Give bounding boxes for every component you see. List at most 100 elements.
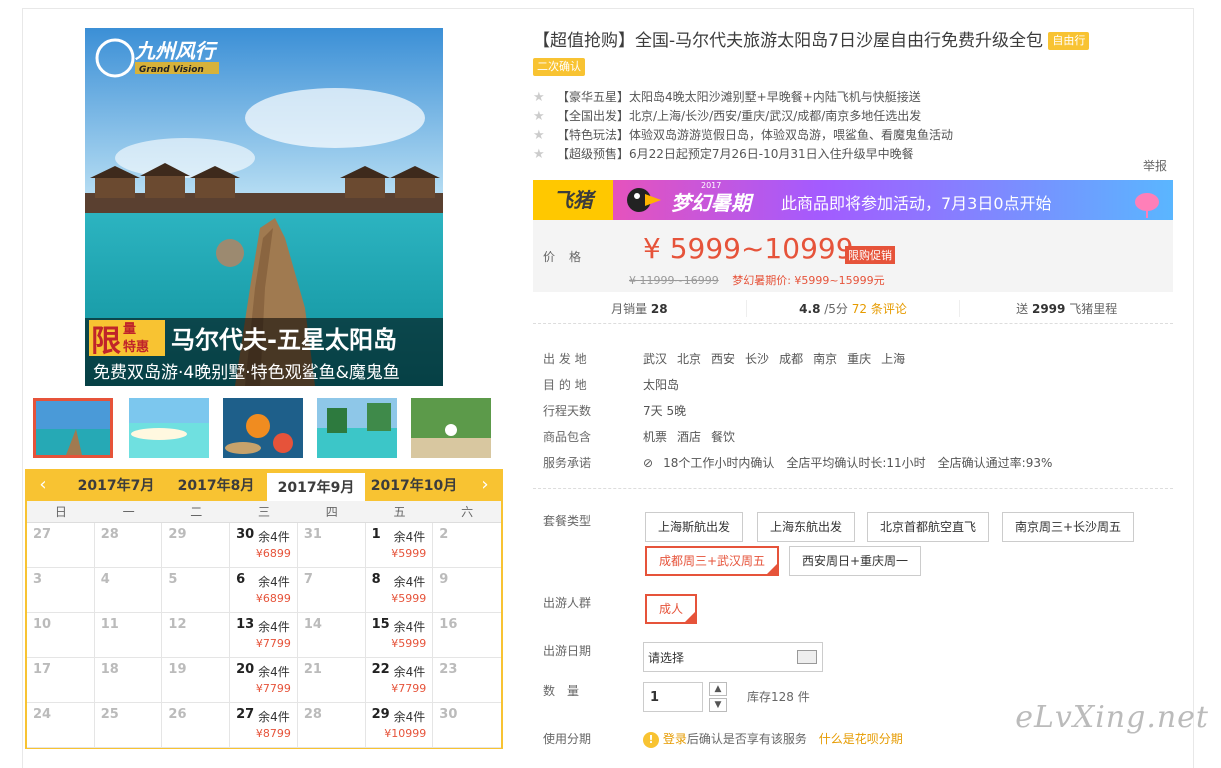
thumbnail-5[interactable]: [411, 398, 491, 458]
day-price: ¥6899: [255, 547, 291, 560]
promo-banner[interactable]: 飞猪 2017 梦幻暑期 此商品即将参加活动，7月3日0点开始: [533, 180, 1173, 220]
day-price: ¥7799: [255, 637, 291, 650]
package-option[interactable]: 南京周三+长沙周五: [1002, 512, 1135, 542]
stock-left: 余4件: [393, 710, 426, 724]
package-option[interactable]: 西安周日+重庆周一: [789, 546, 922, 576]
weekday: 一: [122, 505, 135, 519]
feature-text: 【特色玩法】体验双岛游游览假日岛，体验双岛游，喂鲨鱼、看魔鬼鱼活动: [557, 128, 954, 142]
quantity-input[interactable]: [643, 682, 703, 712]
package-option[interactable]: 北京首都航空直飞: [867, 512, 990, 542]
banner-text: 此商品即将参加活动，7月3日0点开始: [781, 194, 1052, 213]
calendar-day-available[interactable]: 15 余4件 ¥5999: [365, 613, 434, 658]
date-input[interactable]: [643, 642, 823, 672]
fliggy-logo: 飞猪: [533, 180, 613, 220]
day-price: ¥7799: [255, 682, 291, 695]
day-number: 27: [236, 707, 255, 722]
thumbnail-3[interactable]: [223, 398, 303, 458]
day-number: 15: [371, 617, 390, 632]
maldives-scene-image: 九州风行 Grand Vision 限 量 特惠 马尔代夫-五星太阳岛 免费双岛…: [85, 28, 443, 386]
thumbnail-strip: [25, 396, 503, 462]
day-number: 28: [303, 707, 322, 722]
destination-value: 太阳岛: [643, 378, 680, 392]
calendar-day-available[interactable]: 13 余4件 ¥7799: [230, 613, 298, 658]
tab-month-aug[interactable]: 2017年8月: [167, 471, 265, 501]
monthly-sales: 月销量 28: [533, 300, 747, 317]
tab-month-sep[interactable]: 2017年9月: [267, 473, 365, 501]
price-box: 价格 ¥ 5999~10999 限购促销 ¥ 11999~16999 梦幻暑期价…: [533, 220, 1173, 292]
watermark: eLvXing.net: [1015, 700, 1209, 735]
calendar-day-available[interactable]: 8 余4件 ¥5999: [365, 568, 434, 613]
day-price: ¥8799: [255, 727, 291, 740]
thumbnail-2[interactable]: [129, 398, 209, 458]
day-number: 27: [33, 527, 52, 542]
calendar-day-available[interactable]: 30 余4件 ¥6899: [230, 523, 298, 568]
rating-suffix: /5分: [824, 302, 848, 316]
departure-calendar: ‹ 2017年7月 2017年8月 2017年9月 2017年10月 › 日 一…: [25, 469, 503, 749]
calendar-icon[interactable]: [797, 650, 817, 664]
main-product-image[interactable]: 九州风行 Grand Vision 限 量 特惠 马尔代夫-五星太阳岛 免费双岛…: [85, 28, 443, 386]
divider: [533, 488, 1173, 489]
quantity-label: 数 量: [543, 684, 580, 698]
day-number: 4: [100, 572, 110, 587]
calendar-day-available[interactable]: 29 余4件 ¥10999: [365, 703, 434, 748]
day-number: 16: [439, 617, 458, 632]
calendar-day: 21: [297, 658, 366, 703]
stock-left: 余4件: [393, 620, 426, 634]
calendar-day: 9: [433, 568, 501, 613]
day-price: ¥5999: [391, 592, 427, 605]
report-link[interactable]: 举报: [1143, 157, 1167, 174]
package-option[interactable]: 上海斯航出发: [645, 512, 744, 542]
prev-month-arrow-icon[interactable]: ‹: [29, 471, 57, 501]
package-option-selected[interactable]: 成都周三+武汉周五: [645, 546, 780, 576]
sales-label: 月销量: [611, 302, 648, 316]
installment-label: 使用分期: [543, 732, 592, 746]
day-number: 6: [236, 572, 246, 587]
info-row-destination: 目 的 地 太阳岛: [543, 372, 1173, 398]
thumbnail-1[interactable]: [33, 398, 113, 458]
day-number: 20: [236, 662, 255, 677]
reviews-link[interactable]: 72 条评论: [852, 302, 907, 316]
next-month-arrow-icon[interactable]: ›: [471, 471, 499, 501]
weekday: 二: [190, 505, 203, 519]
stats-bar: 月销量 28 4.8 /5分 72 条评论 送 2999 飞猪里程: [533, 294, 1173, 324]
miles-suffix: 飞猪里程: [1069, 302, 1118, 316]
calendar-day-available[interactable]: 1 余4件 ¥5999: [365, 523, 434, 568]
info-label: 目 的 地: [543, 378, 587, 392]
crowd-option-selected[interactable]: 成人: [645, 594, 698, 624]
date-label: 出游日期: [543, 644, 592, 658]
huabei-link[interactable]: 什么是花呗分期: [819, 732, 903, 746]
calendar-day: 3: [27, 568, 95, 613]
day-number: 31: [303, 527, 322, 542]
login-link[interactable]: 登录: [663, 732, 687, 746]
day-price: ¥6899: [255, 592, 291, 605]
calendar-day-available[interactable]: 22 余4件 ¥7799: [365, 658, 434, 703]
calendar-day-available[interactable]: 6 余4件 ¥6899: [230, 568, 298, 613]
flamingo-icon: [1135, 193, 1159, 218]
day-number: 29: [168, 527, 187, 542]
day-number: 24: [33, 707, 52, 722]
weekday: 三: [258, 505, 271, 519]
tab-month-jul[interactable]: 2017年7月: [67, 471, 165, 501]
calendar-day: 26: [162, 703, 231, 748]
tab-month-oct[interactable]: 2017年10月: [365, 471, 463, 501]
product-detail: 【超值抢购】全国-马尔代夫旅游太阳岛7日沙屋自由行免费升级全包 自由行 二次确认…: [533, 28, 1173, 748]
calendar-day-available[interactable]: 20 余4件 ¥7799: [230, 658, 298, 703]
calendar-day: 10: [27, 613, 95, 658]
thumbnail-4[interactable]: [317, 398, 397, 458]
day-number: 17: [33, 662, 52, 677]
calendar-day: 17: [27, 658, 95, 703]
increase-icon[interactable]: ▲: [709, 682, 727, 696]
includes-values: 机票 酒店 餐饮: [643, 424, 745, 450]
departure-city: 南京: [813, 352, 838, 366]
calendar-day-available[interactable]: 27 余4件 ¥8799: [230, 703, 298, 748]
star-icon: ★: [533, 147, 545, 162]
include-item: 餐饮: [711, 430, 736, 444]
package-option[interactable]: 上海东航出发: [757, 512, 856, 542]
installment-info: ! 登录后确认是否享有该服务 什么是花呗分期: [643, 730, 903, 748]
info-label: 行程天数: [543, 404, 592, 418]
day-number: 9: [439, 572, 449, 587]
day-number: 10: [33, 617, 52, 632]
check-circle-icon: ⊘: [643, 456, 654, 470]
calendar-day: 11: [94, 613, 163, 658]
decrease-icon[interactable]: ▼: [709, 698, 727, 712]
